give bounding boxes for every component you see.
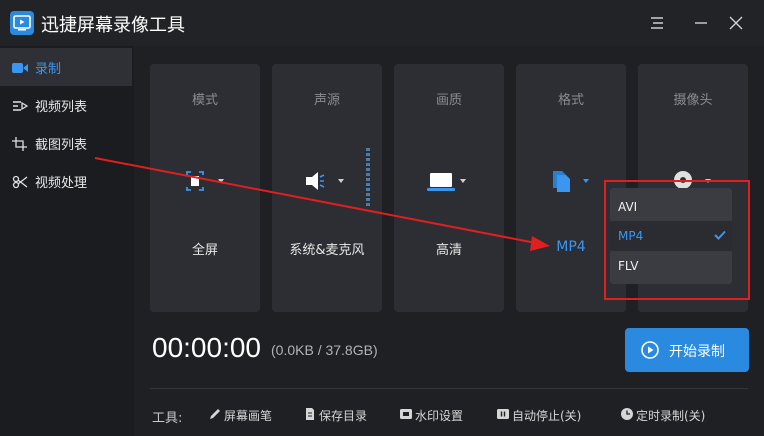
watermark-icon [400,409,412,419]
annotation-highlight-box [604,180,750,300]
mode-card-title: 模式 [191,93,218,108]
webcam-card-title: 摄像头 [673,93,713,108]
mode-value: 全屏 [191,243,218,258]
screenshot-list-icon [12,136,28,151]
tool-label: 定时录制(关) [636,409,706,423]
start-record-button[interactable]: 开始录制 [625,328,749,372]
app-logo-icon [10,11,34,35]
video-process-icon [12,174,28,189]
file-size-info: (0.0KB / 37.8GB) [271,342,378,358]
sidebar-item-video-process[interactable]: 视频处理 [0,162,132,200]
fullscreen-icon[interactable] [150,168,260,194]
sidebar-item-label: 视频列表 [35,100,88,115]
menu-icon[interactable] [647,13,667,33]
tools-label: 工具: [152,411,183,426]
start-record-label: 开始录制 [669,344,725,360]
sidebar-item-label: 录制 [35,62,62,77]
divider [150,388,748,389]
folder-icon [306,408,314,420]
recording-timer: 00:00:00 [152,332,261,363]
tool-label: 保存目录 [319,409,368,423]
title-bar: 迅捷屏幕录像工具 [0,0,764,46]
sidebar-item-record[interactable]: 录制 [0,48,132,86]
sidebar: 录制 视频列表 截图列表 视频处理 [0,46,134,436]
quality-card[interactable]: 画质 高清 [394,64,504,312]
camera-icon [12,60,28,74]
format-card-title: 格式 [557,93,584,108]
tool-label: 水印设置 [415,409,464,423]
tool-label: 屏幕画笔 [224,409,273,423]
tool-label: 自动停止(关) [512,409,582,423]
app-title: 迅捷屏幕录像工具 [41,15,185,36]
pen-icon [210,409,220,419]
laptop-icon[interactable] [394,168,504,194]
video-list-icon [12,98,29,112]
clock-icon [621,408,633,420]
minimize-icon[interactable] [691,13,711,33]
sidebar-item-video-list[interactable]: 视频列表 [0,86,132,124]
quality-value: 高清 [435,243,462,258]
mode-card[interactable]: 模式 全屏 [150,64,260,312]
quality-card-title: 画质 [435,93,462,108]
pause-icon [497,409,509,419]
audio-source-card-title: 声源 [313,93,340,108]
play-circle-icon [641,341,659,359]
sidebar-item-label: 视频处理 [35,176,88,191]
volume-level-icon [366,148,370,206]
close-icon[interactable] [726,13,746,33]
sidebar-item-label: 截图列表 [35,138,88,153]
sidebar-item-screenshot-list[interactable]: 截图列表 [0,124,132,162]
audio-source-value: 系统&麦克风 [289,243,365,258]
